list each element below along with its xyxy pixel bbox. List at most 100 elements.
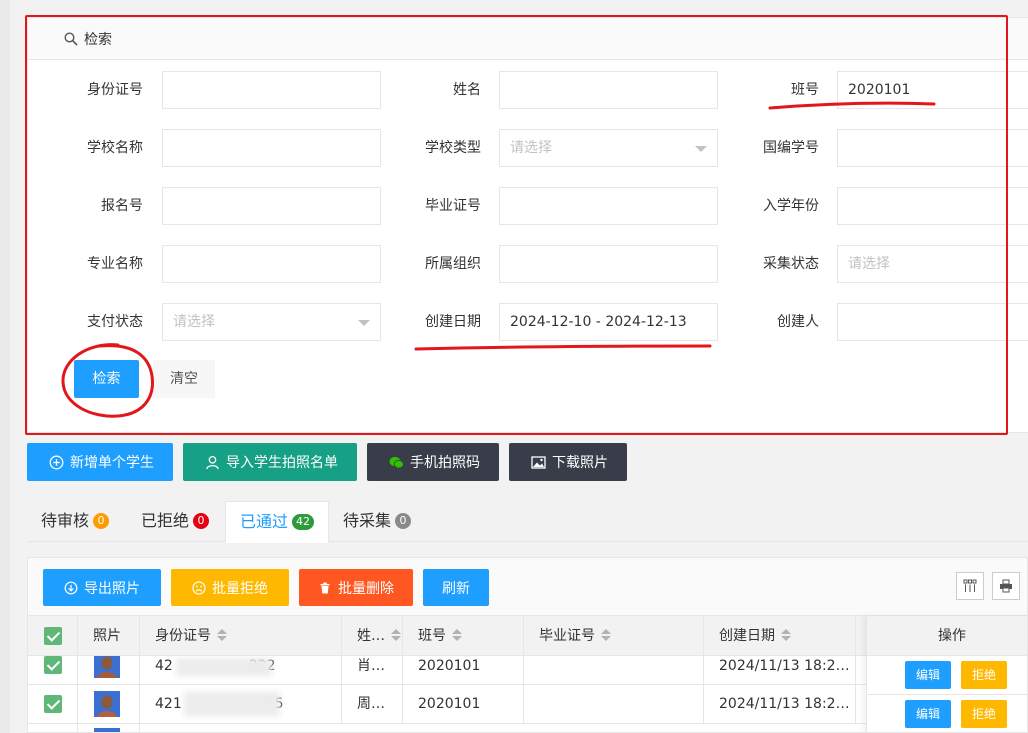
import-list-label: 导入学生拍照名单 (226, 455, 338, 471)
row-class-no: 2020101 (403, 685, 524, 724)
edit-button[interactable]: 编辑 (905, 661, 951, 689)
national-no-label: 国编学号 (763, 140, 819, 156)
columns-icon (963, 579, 977, 592)
tab-approved-count: 42 (292, 514, 315, 530)
school-type-placeholder: 请选择 (510, 140, 552, 156)
col-created[interactable]: 创建日期 (704, 616, 856, 656)
row-id-number: 42222 (140, 656, 342, 685)
registration-no-input[interactable] (162, 187, 381, 225)
tab-to-collect[interactable]: 待采集 0 (329, 501, 425, 542)
creator-label: 创建人 (777, 314, 819, 330)
user-icon (206, 455, 219, 469)
sort-icon (601, 629, 611, 641)
row-id-prefix: 421 (155, 696, 182, 712)
row-photo-cell (78, 724, 140, 733)
student-photo[interactable] (94, 656, 120, 678)
search-panel-title: 检索 (84, 31, 112, 48)
form-row-2: 学校名称 学校类型 请选择 国编学号 (28, 129, 1028, 167)
refresh-label: 刷新 (442, 580, 470, 597)
registration-no-label: 报名号 (101, 198, 143, 214)
refresh-button[interactable]: 刷新 (423, 569, 489, 606)
organization-input[interactable] (499, 245, 718, 283)
batch-delete-label: 批量删除 (338, 580, 394, 597)
export-photos-button[interactable]: 导出照片 (43, 569, 161, 606)
collection-status-select[interactable]: 请选择 (837, 245, 1028, 283)
major-input[interactable] (162, 245, 381, 283)
tab-to-collect-label: 待采集 (343, 511, 392, 530)
trash-icon (320, 582, 330, 593)
enroll-year-input[interactable] (837, 187, 1028, 225)
organization-label: 所属组织 (425, 256, 481, 272)
col-grad-no-label: 毕业证号 (539, 628, 595, 644)
wechat-icon (389, 456, 404, 468)
form-row-1: 身份证号 姓名 班号 2020101 (28, 71, 1028, 109)
tab-pending[interactable]: 待审核 0 (27, 501, 123, 542)
reject-button[interactable]: 拒绝 (961, 661, 1007, 689)
search-panel-header: 检索 (28, 18, 1028, 60)
student-photo[interactable] (94, 728, 120, 733)
select-all-checkbox[interactable] (44, 627, 62, 645)
class-no-label: 班号 (791, 82, 819, 98)
edit-button[interactable]: 编辑 (905, 700, 951, 728)
col-name[interactable]: 姓… (342, 616, 403, 656)
grad-cert-input[interactable] (499, 187, 718, 225)
col-operation-label: 操作 (938, 628, 966, 644)
class-no-input[interactable]: 2020101 (837, 71, 1028, 109)
plus-circle-icon (49, 455, 64, 469)
col-id-number[interactable]: 身份证号 (140, 616, 342, 656)
import-list-button[interactable]: 导入学生拍照名单 (183, 443, 357, 481)
reject-button[interactable]: 拒绝 (961, 700, 1007, 728)
school-name-input[interactable] (162, 129, 381, 167)
name-input[interactable] (499, 71, 718, 109)
tab-approved[interactable]: 已通过 42 (225, 501, 330, 543)
chevron-down-icon (695, 146, 707, 152)
student-table: 导出照片 批量拒绝 批量删除 刷新 照片 身份证号 姓… 班号 毕业证号 创建日… (27, 557, 1028, 733)
print-button[interactable] (992, 572, 1020, 600)
row-photo-cell (78, 656, 140, 685)
national-no-input[interactable] (837, 129, 1028, 167)
tab-rejected-count: 0 (193, 513, 210, 529)
id-number-input[interactable] (162, 71, 381, 109)
add-student-button[interactable]: 新增单个学生 (27, 443, 173, 481)
form-row-4: 专业名称 所属组织 采集状态 请选择 (28, 245, 1028, 283)
school-name-label: 学校名称 (87, 140, 143, 156)
image-icon (531, 455, 546, 469)
row-checkbox[interactable] (44, 656, 62, 674)
created-date-input[interactable]: 2024-12-10 - 2024-12-13 (499, 303, 718, 341)
add-student-label: 新增单个学生 (70, 455, 154, 471)
col-grad-no[interactable]: 毕业证号 (524, 616, 704, 656)
batch-reject-label: 批量拒绝 (212, 580, 268, 597)
chevron-down-icon (358, 320, 370, 326)
payment-status-label: 支付状态 (87, 314, 143, 330)
operation-column: 操作 编辑 拒绝 编辑 拒绝 (866, 616, 1027, 732)
payment-status-placeholder: 请选择 (173, 314, 215, 330)
download-photos-button[interactable]: 下载照片 (509, 443, 627, 481)
status-tabs: 待审核 0 已拒绝 0 已通过 42 待采集 0 (27, 501, 1028, 543)
clear-button[interactable]: 清空 (153, 360, 215, 398)
collection-status-label: 采集状态 (763, 256, 819, 272)
mobile-qr-button[interactable]: 手机拍照码 (367, 443, 499, 481)
row-actions: 编辑 拒绝 (867, 695, 1027, 732)
batch-delete-button[interactable]: 批量删除 (299, 569, 413, 606)
sad-face-icon (192, 580, 206, 595)
col-class-no-label: 班号 (418, 628, 446, 644)
school-type-select[interactable]: 请选择 (499, 129, 718, 167)
row-select-cell (28, 685, 78, 724)
select-all-cell (28, 616, 78, 656)
column-filter-button[interactable] (956, 572, 984, 600)
redaction-blur (184, 692, 280, 716)
search-button[interactable]: 检索 (74, 360, 139, 398)
batch-reject-button[interactable]: 批量拒绝 (171, 569, 289, 606)
col-class-no[interactable]: 班号 (403, 616, 524, 656)
tab-rejected[interactable]: 已拒绝 0 (127, 501, 223, 542)
tab-rejected-label: 已拒绝 (141, 511, 190, 530)
row-actions: 编辑 拒绝 (867, 656, 1027, 695)
payment-status-select[interactable]: 请选择 (162, 303, 381, 341)
row-grad-no (524, 656, 704, 685)
download-photos-label: 下载照片 (552, 455, 608, 471)
student-photo[interactable] (94, 691, 120, 717)
form-row-5: 支付状态 请选择 创建日期 2024-12-10 - 2024-12-13 创建… (28, 303, 1028, 341)
row-checkbox[interactable] (44, 695, 62, 713)
print-icon (1000, 579, 1012, 593)
creator-input[interactable] (837, 303, 1028, 341)
